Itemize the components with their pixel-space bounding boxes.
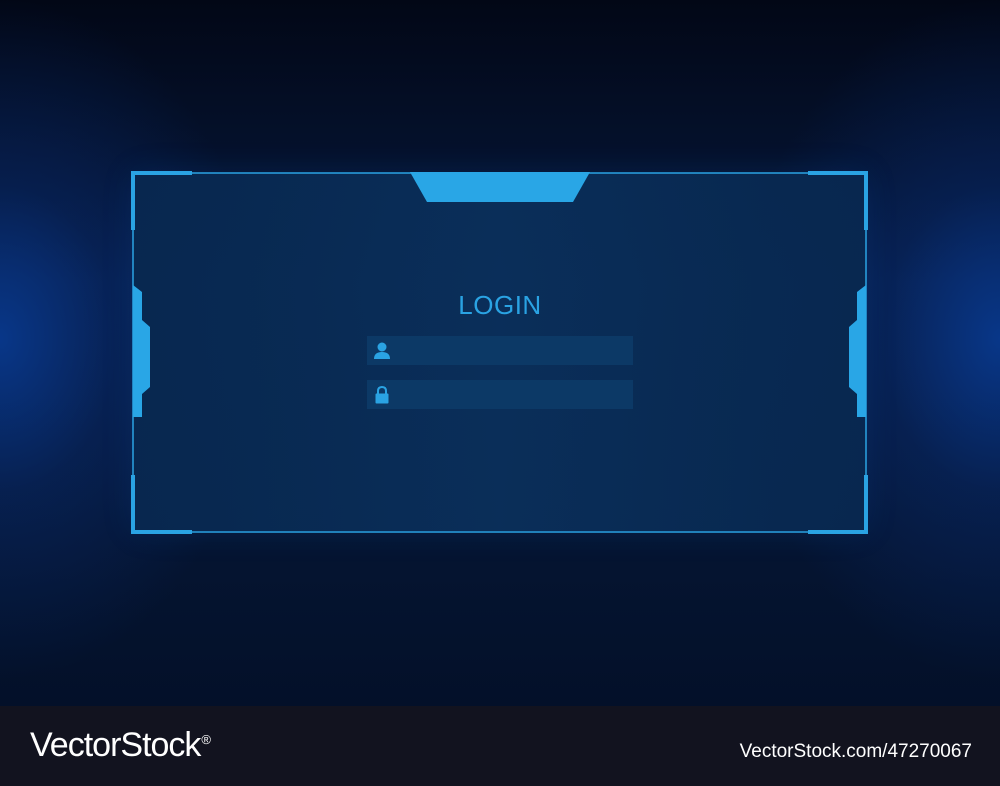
password-field[interactable]: [367, 380, 633, 409]
login-title: LOGIN: [458, 290, 542, 320]
username-field[interactable]: [367, 336, 633, 365]
watermark-logo: VectorStock®: [30, 726, 211, 765]
corner-bracket-bottom-right: [808, 475, 868, 534]
left-side-decoration: [133, 285, 150, 417]
registered-mark: ®: [201, 731, 211, 747]
corner-bracket-top-left: [131, 171, 192, 230]
user-icon: [374, 342, 390, 359]
page: LOGIN VectorStock® VectorStock.com/47270…: [0, 0, 1000, 786]
username-input[interactable]: [397, 336, 627, 365]
lock-icon: [375, 385, 389, 404]
top-tab-decoration: [410, 172, 590, 202]
right-side-decoration: [849, 285, 866, 417]
corner-bracket-top-right: [808, 171, 868, 230]
watermark-logo-text: VectorStock: [30, 726, 201, 764]
password-input[interactable]: [397, 380, 627, 409]
watermark-image-id: VectorStock.com/47270067: [739, 741, 972, 762]
corner-bracket-bottom-left: [131, 475, 192, 534]
